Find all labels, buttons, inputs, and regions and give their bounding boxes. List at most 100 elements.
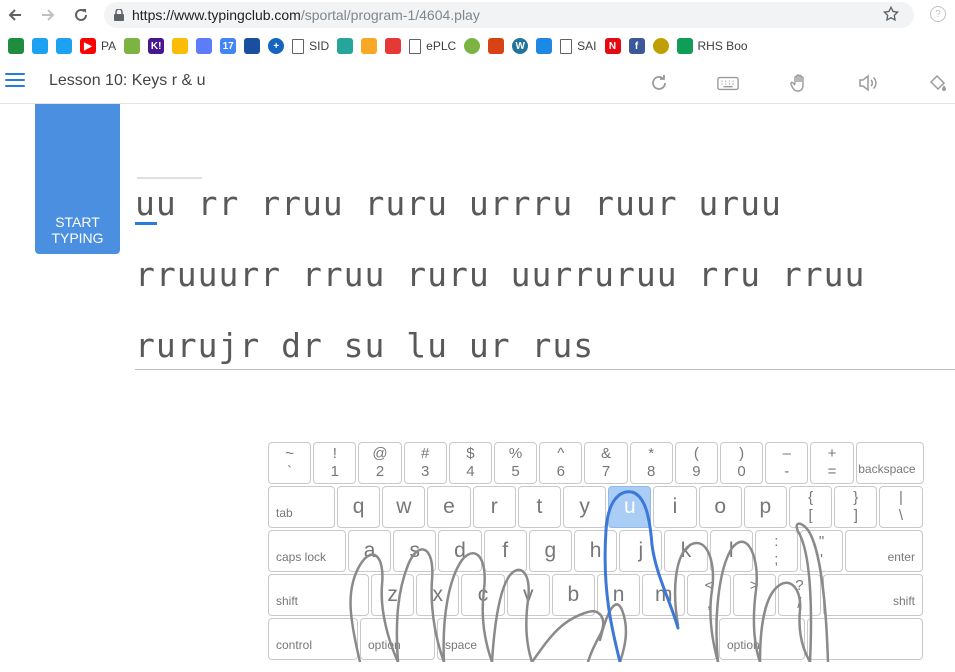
bookmark-item[interactable]: + — [268, 34, 285, 58]
key-i[interactable]: i — [653, 486, 697, 528]
bookmark-item[interactable] — [124, 34, 141, 58]
restart-icon[interactable] — [648, 72, 670, 94]
bookmark-item[interactable]: RHS Boo — [676, 34, 748, 58]
bookmark-item[interactable]: N — [604, 34, 621, 58]
key-8[interactable]: * 8 — [629, 442, 673, 484]
key-enter[interactable]: enter — [845, 530, 923, 572]
key-u[interactable]: u — [608, 486, 652, 528]
key-p[interactable]: p — [743, 486, 787, 528]
key-q[interactable]: q — [337, 486, 381, 528]
key-j[interactable]: j — [619, 530, 663, 572]
menu-icon[interactable] — [5, 71, 25, 89]
key-s[interactable]: s — [393, 530, 437, 572]
keyboard-icon[interactable] — [717, 72, 739, 94]
key-l[interactable]: l — [709, 530, 753, 572]
key-f[interactable]: f — [483, 530, 527, 572]
key-2[interactable]: @2 — [358, 442, 402, 484]
address-bar[interactable]: https://www.typingclub.com/sportal/progr… — [104, 2, 914, 28]
key-x[interactable]: x — [416, 574, 460, 616]
key-b[interactable]: b — [551, 574, 595, 616]
bookmark-star-icon[interactable] — [882, 5, 900, 26]
key-7[interactable]: & 7 — [584, 442, 628, 484]
key-r[interactable]: r — [472, 486, 516, 528]
key-`[interactable]: ~ ` — [268, 442, 312, 484]
key-y[interactable]: y — [563, 486, 607, 528]
hand-icon[interactable] — [788, 72, 810, 94]
key-.[interactable]: >. — [732, 574, 776, 616]
key-;[interactable]: :; — [754, 530, 798, 572]
key-/[interactable]: ? / — [777, 574, 821, 616]
key-t[interactable]: t — [517, 486, 561, 528]
key-\[interactable]: | \ — [879, 486, 923, 528]
key-e[interactable]: e — [427, 486, 471, 528]
bookmark-item[interactable] — [652, 34, 669, 58]
key-4[interactable]: $4 — [448, 442, 492, 484]
key-char: [ — [808, 507, 813, 524]
bookmark-item[interactable] — [8, 34, 24, 58]
key-c[interactable]: c — [461, 574, 505, 616]
key-w[interactable]: w — [382, 486, 426, 528]
key-control[interactable]: control — [268, 618, 358, 660]
twitter-icon — [32, 38, 48, 54]
bookmark-item[interactable]: f — [628, 34, 645, 58]
key-m[interactable]: m — [642, 574, 686, 616]
key-shift-char: } — [853, 489, 859, 506]
key-tab[interactable]: tab — [268, 486, 335, 528]
bookmark-item[interactable] — [196, 34, 213, 58]
bookmark-item[interactable]: ▶ PA — [80, 34, 116, 58]
key-,[interactable]: <, — [687, 574, 731, 616]
key-shift-left[interactable]: shift — [268, 574, 369, 616]
key-shift-right[interactable]: shift — [823, 574, 923, 616]
key--[interactable]: – - — [765, 442, 809, 484]
paint-bucket-icon[interactable] — [927, 72, 949, 94]
key-o[interactable]: o — [698, 486, 742, 528]
bookmark-item[interactable]: W — [512, 34, 529, 58]
plus-circle-icon: + — [268, 38, 285, 54]
key-z[interactable]: z — [371, 574, 415, 616]
bookmark-item[interactable]: SAI — [560, 34, 597, 58]
key-caps-lock[interactable]: caps lock — [268, 530, 346, 572]
key-5[interactable]: % 5 — [494, 442, 538, 484]
key-v[interactable]: v — [506, 574, 550, 616]
key-option-left[interactable]: option — [360, 618, 435, 660]
key-option-right[interactable]: option — [719, 618, 805, 660]
key-=[interactable]: + = — [810, 442, 854, 484]
bookmark-item[interactable] — [361, 34, 378, 58]
back-icon[interactable] — [4, 4, 26, 26]
key-][interactable]: }] — [834, 486, 878, 528]
bookmark-item[interactable] — [385, 34, 402, 58]
key-1[interactable]: ! 1 — [313, 442, 357, 484]
bookmark-item[interactable] — [337, 34, 354, 58]
key-'[interactable]: " ' — [800, 530, 844, 572]
key-h[interactable]: h — [574, 530, 618, 572]
bookmark-item[interactable] — [464, 34, 481, 58]
bookmark-item[interactable]: ePLC — [409, 34, 456, 58]
forward-icon[interactable] — [37, 4, 59, 26]
bookmark-item[interactable]: 17 — [220, 34, 237, 58]
bookmark-item[interactable] — [32, 34, 48, 58]
key-n[interactable]: n — [597, 574, 641, 616]
key-3[interactable]: #3 — [403, 442, 447, 484]
sound-icon[interactable] — [857, 72, 879, 94]
key-a[interactable]: a — [348, 530, 392, 572]
bookmark-item[interactable] — [536, 34, 553, 58]
key-backspace[interactable]: backspace — [855, 442, 924, 484]
key-k[interactable]: k — [664, 530, 708, 572]
bookmark-item[interactable] — [244, 34, 261, 58]
key-d[interactable]: d — [438, 530, 482, 572]
key-g[interactable]: g — [528, 530, 572, 572]
bookmark-item[interactable]: K! — [148, 34, 165, 58]
start-typing-button[interactable]: START TYPING — [35, 104, 120, 254]
bookmark-item[interactable] — [56, 34, 72, 58]
bookmark-item[interactable] — [488, 34, 505, 58]
reload-icon[interactable] — [70, 4, 92, 26]
help-icon[interactable]: ? — [930, 6, 946, 22]
key-6[interactable]: ^ 6 — [539, 442, 583, 484]
key-0[interactable]: ) 0 — [720, 442, 764, 484]
key-right-blank[interactable] — [807, 618, 923, 660]
key-9[interactable]: (9 — [674, 442, 718, 484]
bookmark-item[interactable]: SID — [292, 34, 329, 58]
key-space[interactable]: space — [437, 618, 717, 660]
bookmark-item[interactable] — [172, 34, 189, 58]
key-[[interactable]: {[ — [789, 486, 833, 528]
